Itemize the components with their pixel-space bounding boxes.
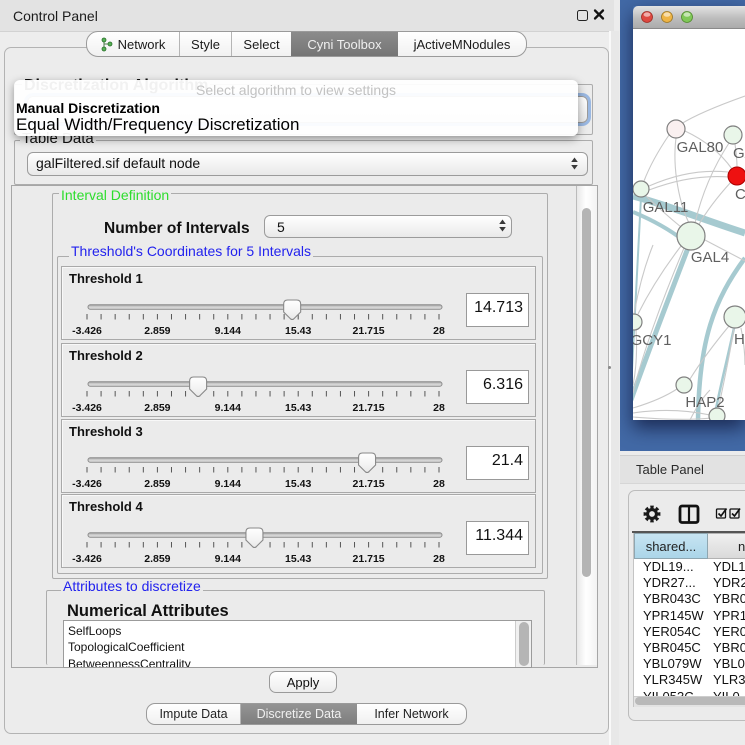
- svg-text:GAL4: GAL4: [691, 249, 729, 266]
- svg-text:21.715: 21.715: [353, 402, 385, 414]
- svg-text:-3.426: -3.426: [72, 402, 102, 414]
- svg-text:21.715: 21.715: [353, 478, 385, 490]
- svg-text:C: C: [735, 186, 745, 203]
- svg-text:15.43: 15.43: [285, 553, 311, 565]
- svg-text:28: 28: [433, 478, 445, 490]
- svg-text:21.715: 21.715: [353, 325, 385, 337]
- svg-text:2.859: 2.859: [144, 478, 170, 490]
- svg-text:HAP2: HAP2: [685, 394, 724, 411]
- svg-text:2.859: 2.859: [144, 402, 170, 414]
- svg-text:9.144: 9.144: [215, 478, 241, 490]
- svg-text:2.859: 2.859: [144, 553, 170, 565]
- svg-text:HI: HI: [734, 331, 745, 348]
- svg-text:GAL11: GAL11: [643, 199, 689, 216]
- svg-text:15.43: 15.43: [285, 402, 311, 414]
- svg-text:-3.426: -3.426: [72, 478, 102, 490]
- svg-text:15.43: 15.43: [285, 325, 311, 337]
- svg-text:-3.426: -3.426: [72, 553, 102, 565]
- svg-text:28: 28: [433, 553, 445, 565]
- svg-text:9.144: 9.144: [215, 553, 241, 565]
- svg-text:28: 28: [433, 325, 445, 337]
- svg-text:9.144: 9.144: [215, 325, 241, 337]
- svg-text:GA: GA: [733, 145, 745, 162]
- svg-text:GCY1: GCY1: [633, 332, 671, 349]
- svg-text:2.859: 2.859: [144, 325, 170, 337]
- svg-text:-3.426: -3.426: [72, 325, 102, 337]
- svg-text:15.43: 15.43: [285, 478, 311, 490]
- svg-text:GAL80: GAL80: [677, 139, 724, 156]
- svg-text:28: 28: [433, 402, 445, 414]
- svg-text:21.715: 21.715: [353, 553, 385, 565]
- svg-text:9.144: 9.144: [215, 402, 241, 414]
